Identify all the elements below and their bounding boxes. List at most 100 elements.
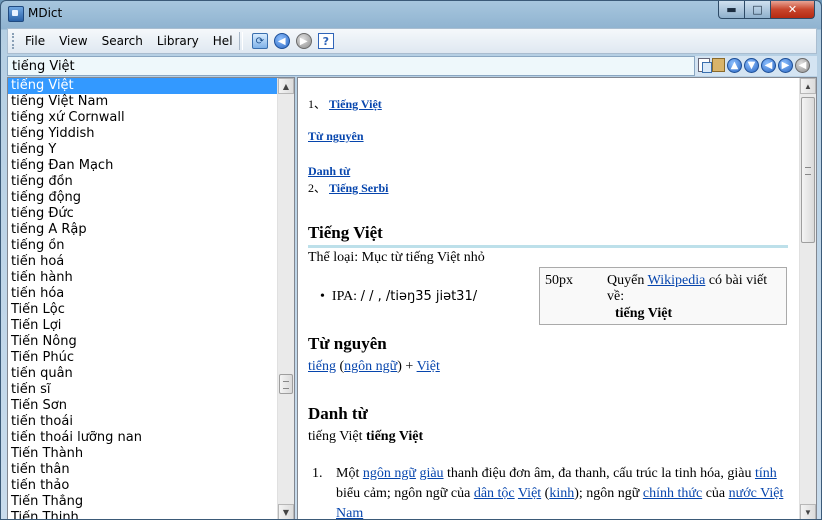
noun-plain: tiếng Việt [308, 429, 363, 444]
link-ngon-ngu[interactable]: ngôn ngữ [344, 359, 397, 374]
wikipedia-infobox: 50px Quyển Wikipedia có bài viết về: tiế… [539, 267, 787, 325]
toc-number: 2、 [308, 181, 327, 195]
link-chinh-thuc[interactable]: chính thức [643, 486, 702, 501]
toc-entry-1: 1、 Tiếng Việt [308, 95, 382, 112]
heading-tieng-viet: Tiếng Việt [308, 223, 383, 242]
list-item[interactable]: tiến sĩ [8, 382, 278, 398]
link-ngon-ngu-def[interactable]: ngôn ngữ [363, 466, 416, 481]
list-item[interactable]: Tiến Thành [8, 446, 278, 462]
toc-entry-etymology: Từ nguyên [308, 129, 364, 144]
menu-help[interactable]: Help [206, 34, 233, 48]
link-tinh[interactable]: tính [755, 466, 777, 481]
list-item[interactable]: tiếng động [8, 190, 278, 206]
title-bar[interactable]: MDict ▬ □ ✕ [1, 1, 821, 27]
word-list-scrollbar[interactable]: ▲ ▼ [277, 78, 294, 519]
list-item[interactable]: tiến thân [8, 462, 278, 478]
arrow-back-icon[interactable]: ◀ [795, 58, 810, 73]
help-icon[interactable]: ? [317, 33, 334, 49]
list-item[interactable]: tiến thảo [8, 478, 278, 494]
noun-line: tiếng Việt tiếng Việt [308, 427, 423, 447]
list-item[interactable]: tiếng Đan Mạch [8, 158, 278, 174]
toc-link-tieng-serbi[interactable]: Tiếng Serbi [329, 181, 388, 195]
list-item[interactable]: Tiến Lợi [8, 318, 278, 334]
infobox-text: Quyển Wikipedia có bài viết về: [607, 273, 783, 305]
etym-plus: ) + [397, 359, 414, 374]
close-button[interactable]: ✕ [771, 1, 815, 19]
toc-entry-2: 2、 Tiếng Serbi [308, 179, 388, 196]
scroll-up-icon[interactable]: ▲ [800, 78, 816, 94]
toc-link-noun[interactable]: Danh từ [308, 164, 350, 178]
scroll-up-icon[interactable]: ▲ [278, 78, 294, 94]
link-dan-toc[interactable]: dân tộc [474, 486, 515, 501]
scroll-thumb[interactable] [801, 97, 815, 243]
link-tieng[interactable]: tiếng [308, 359, 336, 374]
menu-file[interactable]: File [18, 34, 52, 48]
list-item[interactable]: tiếng đồn [8, 174, 278, 190]
infobox-pre: Quyển [607, 273, 645, 288]
etymology-text: tiếng (ngôn ngữ) + Việt [308, 357, 440, 377]
list-item[interactable]: Tiến Nông [8, 334, 278, 350]
list-item[interactable]: tiếng Đức [8, 206, 278, 222]
category-text: Thể loại: Mục từ tiếng Việt nhỏ [308, 250, 485, 265]
copy-icon[interactable] [698, 58, 712, 73]
list-item[interactable]: Tiến Phúc [8, 350, 278, 366]
list-item[interactable]: tiếng xứ Cornwall [8, 110, 278, 126]
maximize-button[interactable]: □ [745, 1, 771, 19]
link-viet[interactable]: Việt [417, 359, 440, 374]
infobox-size: 50px [545, 273, 573, 288]
ipa-label: IPA: [331, 289, 358, 304]
arrow-left-icon[interactable]: ◀ [761, 58, 776, 73]
word-list-pane[interactable]: tiếng Việt tiếng Việt Nam tiếng xứ Cornwal… [7, 77, 295, 519]
list-item[interactable]: tiếng Việt [8, 78, 278, 94]
ipa-line: • IPA: / / , /tiəŋ35 jiət31/ [320, 287, 477, 307]
def-text: Một [336, 466, 360, 481]
menu-library[interactable]: Library [150, 34, 206, 48]
list-item[interactable]: tiến thoái [8, 414, 278, 430]
forward-icon[interactable]: ▶ [295, 33, 312, 49]
menu-view[interactable]: View [52, 34, 94, 48]
list-item[interactable]: tiếng Ả Rập [8, 222, 278, 238]
list-item[interactable]: Tiến Lộc [8, 302, 278, 318]
menu-bar: File View Search Library Help ⟳ ◀ ▶ ? [7, 28, 817, 54]
list-item[interactable]: tiếng Yiddish [8, 126, 278, 142]
arrow-right-icon[interactable]: ▶ [778, 58, 793, 73]
def-text: biểu cảm; ngôn ngữ của [336, 486, 471, 501]
list-item[interactable]: tiến hành [8, 270, 278, 286]
list-item[interactable]: Tiến Sơn [8, 398, 278, 414]
list-item[interactable]: tiến hoá [8, 254, 278, 270]
def-text: thanh điệu đơn âm, đa thanh, cấu trúc la… [447, 466, 752, 481]
menu-search[interactable]: Search [95, 34, 150, 48]
arrow-up-icon[interactable]: ▲ [727, 58, 742, 73]
noun-bold: tiếng Việt [366, 429, 424, 444]
toc-link-etymology[interactable]: Từ nguyên [308, 129, 364, 143]
scroll-thumb[interactable] [279, 374, 293, 394]
list-item[interactable]: tiếng Việt Nam [8, 94, 278, 110]
list-item[interactable]: tiến thoái lưỡng nan [8, 430, 278, 446]
list-item[interactable]: tiếng ồn [8, 238, 278, 254]
toc-link-tieng-viet[interactable]: Tiếng Việt [329, 97, 382, 111]
minimize-button[interactable]: ▬ [718, 1, 745, 19]
wikipedia-link[interactable]: Wikipedia [648, 273, 706, 288]
app-icon [8, 6, 24, 22]
list-item[interactable]: tiến hóa [8, 286, 278, 302]
article-scrollbar[interactable]: ▲ ▼ [799, 78, 816, 519]
scroll-down-icon[interactable]: ▼ [278, 504, 294, 519]
def-text: của [705, 486, 726, 501]
scroll-down-icon[interactable]: ▼ [800, 504, 816, 519]
search-input[interactable] [7, 56, 695, 76]
link-giau[interactable]: giàu [419, 466, 443, 481]
article-pane[interactable]: 1、 Tiếng Việt Từ nguyên Danh từ 2、 Tiếng… [297, 77, 817, 519]
list-item[interactable]: tiếng Ý [8, 142, 278, 158]
toc-entry-noun: Danh từ [308, 164, 350, 179]
list-item[interactable]: tiến quân [8, 366, 278, 382]
sync-icon[interactable]: ⟳ [251, 33, 268, 49]
link-viet-def[interactable]: Việt [518, 486, 541, 501]
heading-etymology: Từ nguyên [308, 334, 387, 353]
paste-icon[interactable] [712, 58, 725, 72]
link-kinh[interactable]: kinh [549, 486, 574, 501]
list-item[interactable]: Tiến Thắng [8, 494, 278, 510]
list-item[interactable]: Tiến Thịnh [8, 510, 278, 519]
word-list[interactable]: tiếng Việt tiếng Việt Nam tiếng xứ Cornwal… [8, 78, 278, 519]
arrow-down-icon[interactable]: ▼ [744, 58, 759, 73]
back-icon[interactable]: ◀ [273, 33, 290, 49]
